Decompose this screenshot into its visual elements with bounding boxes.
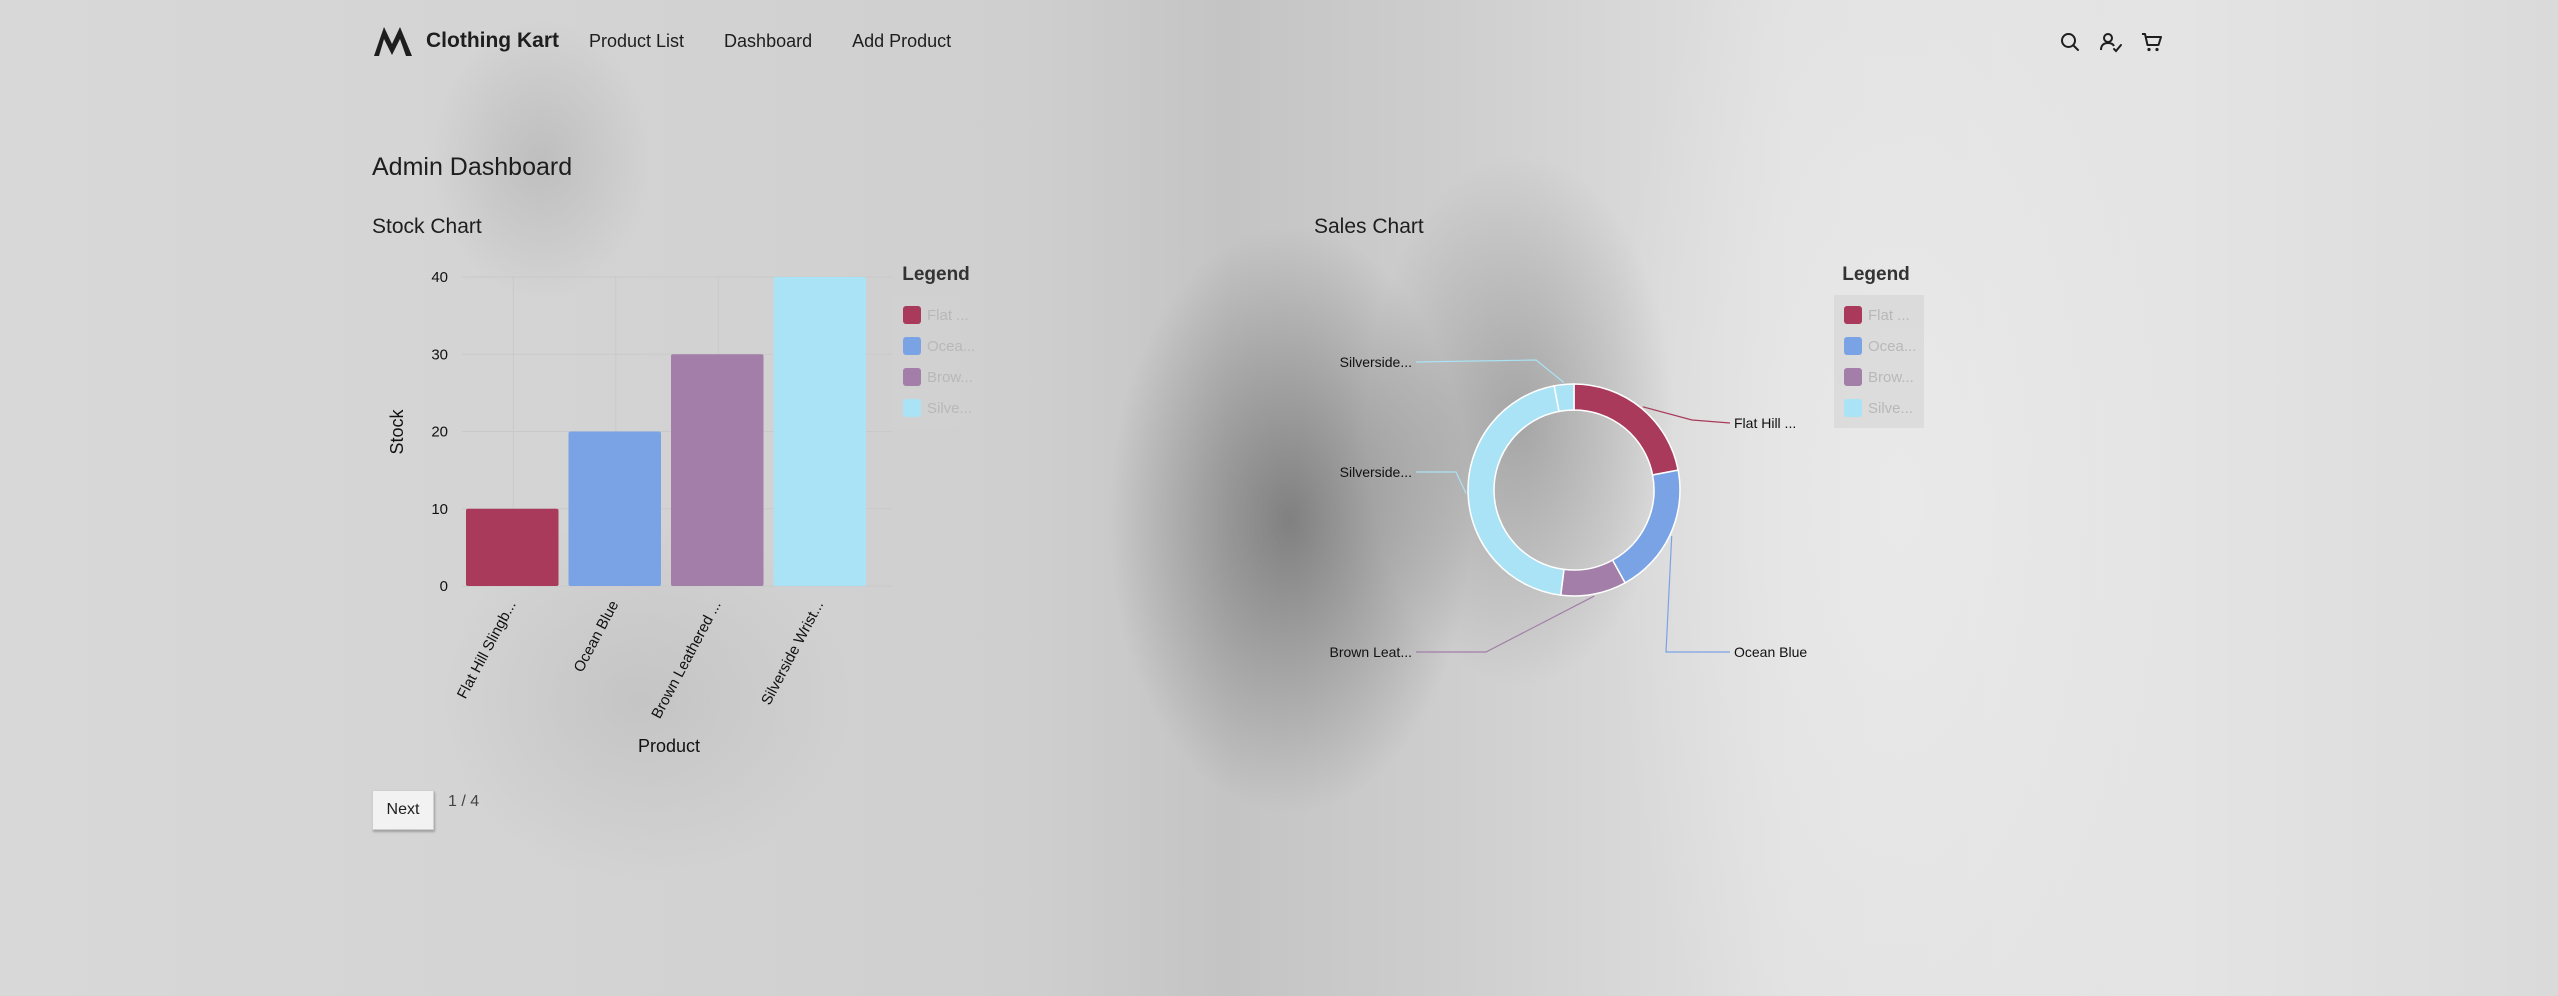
pie-legend-label: Ocea... [1868, 338, 1916, 355]
bar-legend-swatch [903, 399, 921, 417]
bar-y-axis-label: Stock [387, 408, 407, 454]
bar-y-tick-label: 40 [431, 269, 448, 286]
donut-slice-label: Silverside... [1340, 464, 1412, 480]
stock-chart-title: Stock Chart [372, 215, 482, 238]
pie-legend-label: Brow... [1868, 369, 1914, 386]
donut-label-line [1415, 359, 1565, 383]
bar-y-tick-label: 0 [440, 578, 448, 595]
nav-link-add-product[interactable]: Add Product [852, 31, 951, 52]
next-button[interactable]: Next [372, 790, 434, 830]
bar-x-tick-label: Ocean Blue [570, 598, 622, 675]
donut-slice [1559, 559, 1627, 597]
pie-legend-swatch [1844, 337, 1862, 355]
bar [568, 431, 661, 586]
user-check-icon[interactable] [2099, 30, 2123, 54]
brand-name: Clothing Kart [426, 29, 559, 52]
page-indicator: 1 / 4 [448, 793, 480, 810]
bar [671, 354, 764, 586]
bar [773, 277, 866, 586]
donut-slice-label: Brown Leat... [1330, 644, 1413, 660]
bar-y-tick-label: 10 [431, 501, 448, 518]
brand[interactable]: Clothing Kart [372, 24, 559, 58]
donut-slice [1573, 383, 1679, 476]
nav-link-dashboard[interactable]: Dashboard [724, 31, 812, 52]
donut-label-line [1665, 535, 1730, 653]
bar-legend-swatch [903, 368, 921, 386]
donut-slice-label: Flat Hill ... [1734, 415, 1796, 431]
donut-slice-label: Silverside... [1340, 354, 1412, 370]
cart-icon[interactable] [2140, 30, 2164, 54]
pie-legend-swatch [1844, 399, 1862, 417]
nav-links: Product List Dashboard Add Product [589, 31, 951, 52]
page-title: Admin Dashboard [372, 153, 573, 181]
donut-label-line [1416, 471, 1467, 494]
bar-x-axis-label: Product [638, 736, 700, 756]
sales-chart-title: Sales Chart [1314, 215, 1424, 238]
bar-legend-title: Legend [902, 264, 970, 285]
bar-legend-swatch [903, 337, 921, 355]
bar-legend-label: Brow... [927, 369, 973, 386]
pie-slices [1467, 383, 1681, 597]
stock-bar-chart: 0 10 20 30 40 Flat Hill Slingb... Ocean Blue B… [387, 264, 983, 756]
donut-slice-label: Ocean Blue [1734, 644, 1807, 660]
pie-legend-swatch [1844, 306, 1862, 324]
bar-x-tick-label: Brown Leathered ... [648, 598, 724, 722]
bar-legend-label: Ocea... [927, 338, 975, 355]
bar-legend: Legend Flat ... Ocea... Brow... Silve... [893, 264, 983, 428]
donut-slice [1467, 384, 1565, 597]
sales-donut-chart: Flat Hill ... Ocean Blue Brown Leat... Silv… [1330, 264, 1924, 660]
nav-icons [2058, 30, 2164, 54]
pie-legend-label: Flat ... [1868, 307, 1910, 324]
bar-y-ticks: 0 10 20 30 40 [431, 269, 448, 595]
navbar: Clothing Kart Product List Dashboard Add… [372, 20, 2164, 64]
pie-legend-title: Legend [1842, 264, 1910, 285]
pie-legend: Legend Flat ... Ocea... Brow... Silve... [1834, 264, 1924, 428]
bar-legend-label: Flat ... [927, 307, 969, 324]
pie-legend-swatch [1844, 368, 1862, 386]
bar-legend-label: Silve... [927, 400, 972, 417]
donut-label-line [1642, 406, 1731, 424]
bar-x-tick-label: Flat Hill Slingb... [454, 598, 520, 702]
search-icon[interactable] [2058, 30, 2082, 54]
nav-link-product-list[interactable]: Product List [589, 31, 684, 52]
bar [466, 508, 559, 586]
donut-label-line [1416, 595, 1595, 653]
bar-y-tick-label: 20 [431, 424, 448, 441]
brand-logo-icon [374, 27, 412, 56]
bar-y-tick-label: 30 [431, 346, 448, 363]
bar-x-tick-label: Silverside Wrist... [758, 598, 827, 708]
pie-legend-label: Silve... [1868, 400, 1913, 417]
bar-legend-swatch [903, 306, 921, 324]
bar-x-ticks: Flat Hill Slingb... Ocean Blue Brown Leath… [454, 598, 827, 722]
